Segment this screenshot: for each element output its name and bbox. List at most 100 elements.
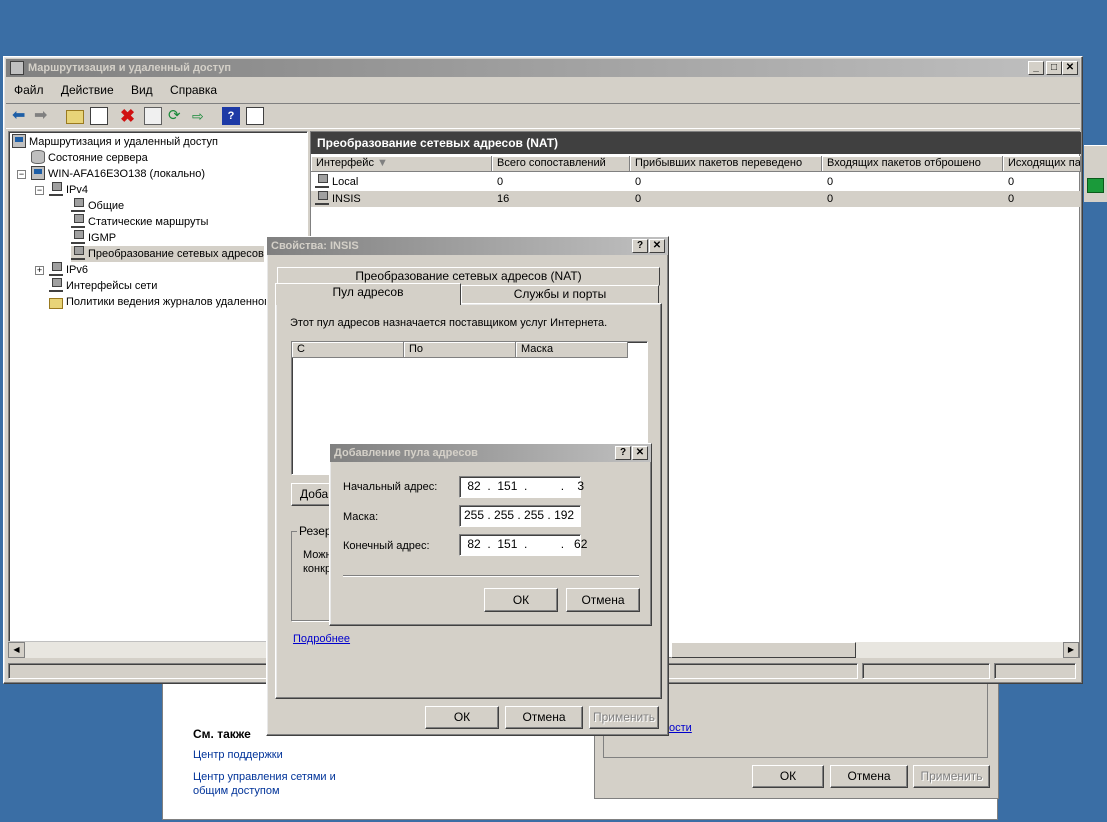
reservation-text-1: Можн [303, 549, 332, 561]
tab-services[interactable]: Службы и порты [461, 285, 659, 304]
help-button[interactable]: ? [632, 239, 648, 253]
menu-help[interactable]: Справка [170, 83, 217, 97]
delete-icon[interactable]: ✖ [120, 107, 138, 125]
forward-arrow-icon[interactable]: ➡ [34, 107, 52, 125]
bg-cancel-button[interactable]: Отмена [830, 765, 908, 788]
network-icon [49, 278, 63, 292]
mask-field[interactable]: 255 . 255 . 255 . 192 [459, 505, 581, 527]
network-icon [71, 246, 85, 260]
tree-static-routes[interactable]: Статические маршруты [71, 214, 208, 230]
col-from[interactable]: С [292, 342, 404, 358]
menu-bar: Файл Действие Вид Справка [14, 83, 231, 101]
cell-outbound: 0 [1008, 176, 1015, 188]
col-inbound-dropped[interactable]: Входящих пакетов отброшено [822, 156, 1003, 172]
network-interface-icon [315, 174, 329, 188]
col-inbound-translated[interactable]: Прибывших пакетов переведено [630, 156, 822, 172]
tree-nat[interactable]: Преобразование сетевых адресов [71, 246, 264, 262]
network-center-link[interactable]: Центр управления сетями и общим доступом [193, 770, 353, 798]
cell-total: 16 [497, 193, 510, 205]
minimize-button[interactable]: _ [1028, 61, 1044, 75]
network-interface-icon [315, 191, 329, 205]
support-center-link[interactable]: Центр поддержки [193, 749, 283, 761]
help-button[interactable]: ? [615, 446, 631, 460]
network-icon [49, 182, 63, 196]
tree-hscrollbar[interactable]: ◀ [8, 641, 308, 658]
show-hide-tree-icon[interactable] [90, 107, 108, 125]
bg-ok-button[interactable]: ОК [752, 765, 824, 788]
col-interface[interactable]: Интерфейс ▼ [311, 156, 492, 172]
add-pool-ok-button[interactable]: ОК [484, 588, 558, 612]
network-icon [49, 262, 63, 276]
table-row[interactable]: INSIS 16 0 0 0 [311, 191, 1081, 207]
properties-title: Свойства: INSIS [271, 240, 359, 252]
side-window-edge [1084, 145, 1107, 202]
scroll-left-icon[interactable]: ◀ [8, 642, 25, 658]
network-icon [71, 198, 85, 212]
tree-ipv6[interactable]: + IPv6 [35, 262, 88, 278]
properties-title-bar: Свойства: INSIS ? ✕ [267, 237, 668, 255]
collapse-icon[interactable]: − [17, 170, 26, 179]
row-icon [315, 174, 332, 190]
add-pool-title-bar: Добавление пула адресов ? ✕ [330, 444, 651, 462]
refresh-icon[interactable] [1087, 178, 1104, 193]
start-address-field[interactable]: 82 . 151 . . 3 [459, 476, 584, 498]
more-info-link[interactable]: Подробнее [293, 633, 350, 645]
close-button[interactable]: ✕ [632, 446, 648, 460]
cell-interface: INSIS [332, 193, 361, 205]
network-icon [71, 214, 85, 228]
col-to[interactable]: По [404, 342, 516, 358]
up-folder-icon[interactable] [66, 110, 84, 124]
cell-dropped: 0 [827, 193, 834, 205]
end-address-field[interactable]: 82 . 151 . . 62 [459, 534, 587, 556]
tree-server[interactable]: − WIN-AFA16E3O138 (локально) [17, 166, 205, 182]
right-hscrollbar[interactable]: ▶ [671, 642, 1079, 658]
separator [343, 575, 639, 577]
tree-pane: Маршрутизация и удаленный доступ Состоян… [8, 131, 308, 651]
refresh-icon[interactable]: ⟳ [168, 107, 186, 125]
tree-root[interactable]: Маршрутизация и удаленный доступ [12, 134, 218, 150]
tree-igmp[interactable]: IGMP [71, 230, 116, 246]
tree-ipv4[interactable]: − IPv4 [35, 182, 88, 198]
see-also-heading: См. также [193, 727, 251, 741]
tab-pool[interactable]: Пул адресов [275, 283, 461, 305]
menu-view[interactable]: Вид [131, 83, 153, 97]
expand-icon[interactable]: + [35, 266, 44, 275]
scroll-thumb[interactable] [671, 642, 856, 658]
help-icon[interactable]: ? [222, 107, 240, 125]
col-mask[interactable]: Маска [516, 342, 628, 358]
reservation-text-2: конкр [303, 563, 332, 575]
menu-file[interactable]: Файл [14, 83, 44, 97]
server-icon [31, 166, 45, 180]
properties-icon[interactable] [144, 107, 162, 125]
export-icon[interactable]: ⇨ [192, 107, 210, 125]
col-outbound[interactable]: Исходящих па [1003, 156, 1081, 172]
menu-action[interactable]: Действие [61, 83, 114, 97]
props-apply-button: Применить [589, 706, 659, 729]
status-panel-2 [862, 663, 990, 679]
tree-interfaces[interactable]: Интерфейсы сети [49, 278, 157, 294]
add-pool-title: Добавление пула адресов [334, 447, 478, 459]
start-address-label: Начальный адрес: [343, 481, 438, 493]
console-icon[interactable] [246, 107, 264, 125]
tree-logging[interactable]: Политики ведения журналов удаленного [49, 294, 274, 310]
pool-description: Этот пул адресов назначается поставщиком… [290, 317, 608, 329]
tree-server-status[interactable]: Состояние сервера [31, 150, 148, 166]
table-row[interactable]: Local 0 0 0 0 [311, 174, 1081, 190]
col-total-mappings[interactable]: Всего сопоставлений [492, 156, 630, 172]
props-cancel-button[interactable]: Отмена [505, 706, 583, 729]
add-pool-dialog: Добавление пула адресов ? ✕ Начальный ад… [329, 443, 652, 626]
right-pane-title: Преобразование сетевых адресов (NAT) [311, 132, 1081, 154]
close-button[interactable]: ✕ [1062, 61, 1078, 75]
collapse-icon[interactable]: − [35, 186, 44, 195]
scroll-right-icon[interactable]: ▶ [1063, 642, 1079, 658]
props-ok-button[interactable]: ОК [425, 706, 499, 729]
add-pool-cancel-button[interactable]: Отмена [566, 588, 640, 612]
back-arrow-icon[interactable]: ⬅ [12, 107, 30, 125]
tree-general[interactable]: Общие [71, 198, 124, 214]
maximize-button[interactable]: □ [1046, 61, 1062, 75]
toolbar: ⬅ ➡ ✖ ⟳ ⇨ ? [6, 103, 1080, 129]
list-header: Интерфейс ▼ Всего сопоставлений Прибывши… [311, 156, 1081, 172]
server-status-icon [31, 150, 45, 164]
close-button[interactable]: ✕ [649, 239, 665, 253]
partial-link[interactable]: ости [669, 722, 692, 734]
